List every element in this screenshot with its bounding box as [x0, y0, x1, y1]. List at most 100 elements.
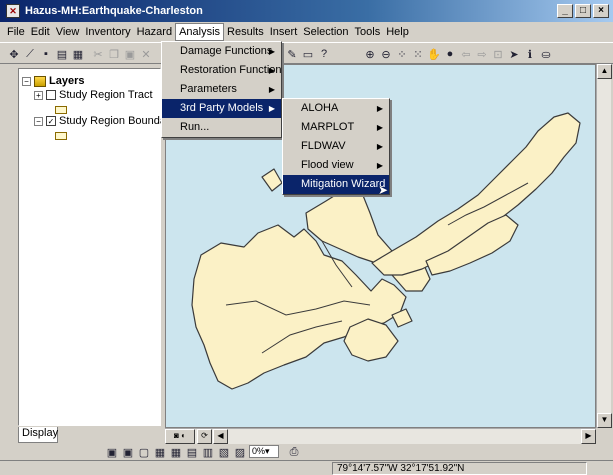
close-button[interactable]: ×	[593, 4, 609, 18]
cut-icon[interactable]: ✂	[90, 46, 106, 62]
submenu-arrow-icon: ▶	[268, 47, 275, 56]
scroll-up-button[interactable]: ▲	[597, 64, 612, 79]
tract-visibility-checkbox[interactable]	[46, 90, 56, 100]
add-data-icon[interactable]: ✥	[6, 46, 22, 62]
window-title: Hazus-MH:Earthquake-Charleston	[25, 5, 203, 17]
toc-dock-strip	[3, 66, 16, 426]
status-bar: 79°14'7.57"W 32°17'51.92"N	[0, 460, 613, 475]
menu-item-3rd-party-models[interactable]: 3rd Party Models ▶	[162, 99, 281, 118]
select-features-icon[interactable]: ⊡	[490, 46, 506, 62]
analysis-menu: Damage Functions ▶ Restoration Function ▶ …	[161, 41, 282, 138]
minimize-button[interactable]: _	[557, 4, 573, 18]
refresh-button[interactable]: ⟳	[197, 429, 212, 444]
mouse-cursor-icon: ➤	[378, 183, 389, 197]
copy-icon[interactable]: ❐	[106, 46, 122, 62]
menu-tools[interactable]: Tools	[352, 24, 384, 40]
frame-alt-icon[interactable]: ▥	[200, 444, 216, 460]
submenu-arrow-icon: ▶	[268, 104, 275, 113]
scroll-right-button[interactable]: ▶	[581, 429, 596, 444]
menu-hazard[interactable]: Hazard	[134, 24, 175, 40]
identify-icon[interactable]: ℹ	[522, 46, 538, 62]
collapse-boundary-icon[interactable]: −	[34, 116, 43, 126]
zoom-value: 0%	[252, 446, 266, 456]
boundary-symbol-swatch[interactable]	[55, 132, 67, 140]
menu-item-damage-functions[interactable]: Damage Functions ▶	[162, 42, 281, 61]
menu-edit[interactable]: Edit	[28, 24, 53, 40]
menu-item-marplot[interactable]: MARPLOT ▶	[283, 118, 389, 137]
layer-study-region-tract[interactable]: Study Region Tract	[59, 89, 153, 101]
zoom-whole-page-icon[interactable]: ▣	[104, 444, 120, 460]
menu-analysis[interactable]: Analysis	[175, 23, 225, 41]
submenu-arrow-icon: ▶	[268, 66, 275, 75]
back-extent-icon[interactable]: ⇦	[458, 46, 474, 62]
table-icon[interactable]: ▭	[300, 46, 316, 62]
maximize-button[interactable]: □	[575, 4, 591, 18]
grid-alt-icon[interactable]: ▦	[168, 444, 184, 460]
layout-view-toggle[interactable]: ◙ ◐	[165, 429, 195, 444]
map-horizontal-scrollbar[interactable]: ◙ ◐ ⟳ ◀ ▶	[165, 428, 596, 444]
scroll-left-button[interactable]: ◀	[213, 429, 228, 444]
menu-item-mitigation-wizard[interactable]: Mitigation Wizard	[283, 175, 389, 194]
barrier-island-a	[261, 168, 283, 192]
page-icon[interactable]: ▧	[216, 444, 232, 460]
menu-item-aloha[interactable]: ALOHA ▶	[283, 99, 389, 118]
fixed-zoom-in-icon[interactable]: ⁘	[394, 46, 410, 62]
menu-item-restoration-function[interactable]: Restoration Function ▶	[162, 61, 282, 80]
standard-toolbar: ✥ ⟋ ▪ ▤ ▦ ✂ ❐ ▣ ✕ ✎ ▭ ? ⊕ ⊖ ⁘ ⁙ ✋ ● ⇦ ⇨ …	[0, 42, 613, 64]
menu-view[interactable]: View	[53, 24, 83, 40]
print-map-icon[interactable]: ⎙	[286, 444, 302, 460]
submenu-arrow-icon: ▶	[376, 123, 383, 132]
paste-icon[interactable]: ▣	[122, 46, 138, 62]
whats-this-icon[interactable]: ?	[316, 46, 332, 62]
layers-icon	[34, 75, 46, 87]
frame-icon[interactable]: ▤	[184, 444, 200, 460]
collapse-layers-icon[interactable]: −	[22, 76, 31, 86]
scroll-down-button[interactable]: ▼	[597, 413, 612, 428]
submenu-arrow-icon: ▶	[376, 161, 383, 170]
tract-symbol-swatch[interactable]	[55, 106, 67, 114]
edit-tool-icon[interactable]: ⟋	[22, 46, 38, 62]
save-icon[interactable]: ▪	[38, 46, 54, 62]
expand-tract-icon[interactable]: +	[34, 90, 43, 100]
zoom-out-icon[interactable]: ⊖	[378, 46, 394, 62]
app-icon: ✕	[6, 4, 20, 18]
table-of-contents: − Layers + Study Region Tract − ✓ Study …	[18, 68, 175, 426]
title-bar[interactable]: ✕ Hazus-MH:Earthquake-Charleston _ □ ×	[0, 0, 613, 22]
zoom-dropdown[interactable]: 0%▾	[249, 445, 279, 458]
full-extent-icon[interactable]: ●	[442, 46, 458, 62]
menu-help[interactable]: Help	[383, 24, 412, 40]
submenu-arrow-icon: ▶	[268, 85, 275, 94]
layer-study-region-boundary[interactable]: Study Region Boundary	[59, 115, 175, 127]
page-alt-icon[interactable]: ▨	[232, 444, 248, 460]
print-preview-icon[interactable]: ▤	[54, 46, 70, 62]
print-icon[interactable]: ▦	[70, 46, 86, 62]
pan-icon[interactable]: ✋	[426, 46, 442, 62]
submenu-arrow-icon: ▶	[376, 104, 383, 113]
map-vertical-scrollbar[interactable]: ▲ ▼	[596, 64, 612, 428]
display-tab[interactable]: Display	[18, 427, 58, 443]
zoom-in-icon[interactable]: ⊕	[362, 46, 378, 62]
menu-bar: File Edit View Inventory Hazard Analysis…	[0, 22, 613, 42]
forward-extent-icon[interactable]: ⇨	[474, 46, 490, 62]
select-elements-icon[interactable]: ➤	[506, 46, 522, 62]
zoom-100-icon[interactable]: ▣	[120, 444, 136, 460]
menu-item-run[interactable]: Run...	[162, 118, 281, 137]
menu-item-flood-view[interactable]: Flood view ▶	[283, 156, 389, 175]
editor-sketch-icon[interactable]: ✎	[284, 46, 300, 62]
fixed-zoom-page-icon[interactable]: ▢	[136, 444, 152, 460]
menu-insert[interactable]: Insert	[267, 24, 301, 40]
fixed-zoom-out-icon[interactable]: ⁙	[410, 46, 426, 62]
find-icon[interactable]: ⛀	[538, 46, 554, 62]
grid-icon[interactable]: ▦	[152, 444, 168, 460]
menu-item-parameters[interactable]: Parameters ▶	[162, 80, 281, 99]
menu-selection[interactable]: Selection	[300, 24, 351, 40]
coordinates-readout: 79°14'7.57"W 32°17'51.92"N	[332, 462, 587, 475]
menu-inventory[interactable]: Inventory	[82, 24, 133, 40]
menu-results[interactable]: Results	[224, 24, 267, 40]
layers-root-label: Layers	[49, 75, 85, 87]
menu-item-fldwav[interactable]: FLDWAV ▶	[283, 137, 389, 156]
boundary-visibility-checkbox[interactable]: ✓	[46, 116, 56, 126]
delete-icon[interactable]: ✕	[138, 46, 154, 62]
menu-file[interactable]: File	[4, 24, 28, 40]
drawing-toolbar: ▣ ▣ ▢ ▦ ▦ ▤ ▥ ▧ ▨ 0%▾ ⎙	[0, 444, 613, 460]
